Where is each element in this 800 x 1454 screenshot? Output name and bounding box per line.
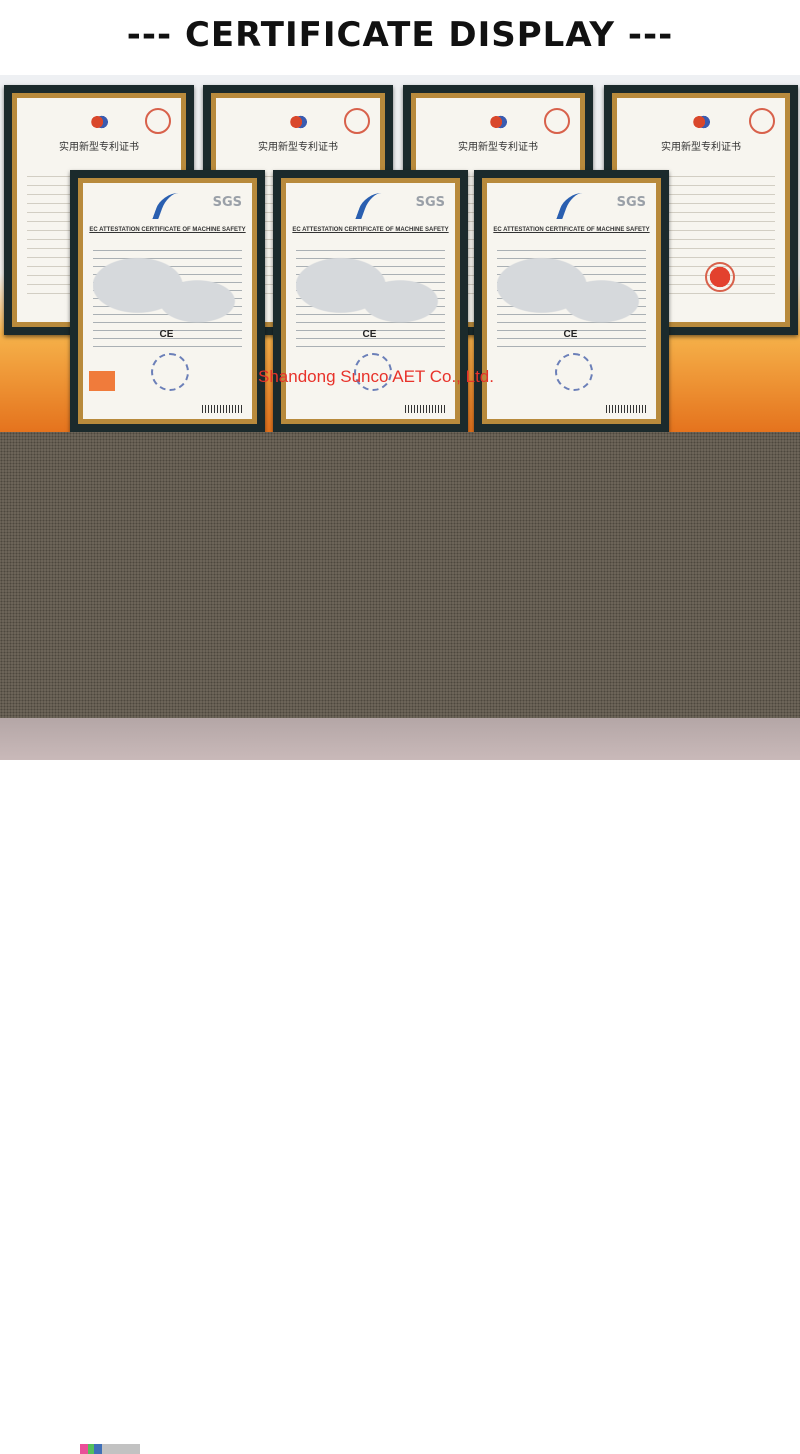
ce-mark: CE <box>362 329 377 341</box>
seal-icon <box>145 108 171 134</box>
seal-icon <box>344 108 370 134</box>
sgs-logo: SGS <box>212 195 242 210</box>
pixel-artifact <box>80 1444 140 1454</box>
barcode-icon <box>606 405 646 413</box>
stamp-icon <box>554 353 593 391</box>
sgs-certificate-frame: SGS EC ATTESTATION CERTIFICATE OF MACHIN… <box>474 170 669 432</box>
company-watermark: Shandong Sunco AET Co., Ltd. <box>258 367 494 386</box>
patent-logo-icon <box>90 112 108 132</box>
patent-logo-icon <box>489 112 507 132</box>
page-heading: --- CERTIFICATE DISPLAY --- <box>126 15 674 55</box>
red-seal-icon <box>705 262 735 292</box>
sgs-bird-icon <box>151 193 190 219</box>
sgs-title: EC ATTESTATION CERTIFICATE OF MACHINE SA… <box>89 227 246 233</box>
sgs-bird-icon <box>555 193 594 219</box>
sgs-title: EC ATTESTATION CERTIFICATE OF MACHINE SA… <box>493 227 650 233</box>
stamp-icon <box>150 353 189 391</box>
ce-mark: CE <box>563 329 578 341</box>
sgs-certificate-frame: SGS EC ATTESTATION CERTIFICATE OF MACHIN… <box>70 170 265 432</box>
patent-logo-icon <box>692 112 710 132</box>
patent-logo-icon <box>289 112 307 132</box>
patent-title: 实用新型专利证书 <box>661 142 741 153</box>
dotted-placeholder-area <box>0 432 800 718</box>
seal-icon <box>749 108 775 134</box>
patent-title: 实用新型专利证书 <box>458 142 538 153</box>
patent-title: 实用新型专利证书 <box>59 142 139 153</box>
patent-title: 实用新型专利证书 <box>258 142 338 153</box>
barcode-icon <box>202 405 242 413</box>
sgs-logo: SGS <box>415 195 445 210</box>
sgs-bird-icon <box>354 193 393 219</box>
sgs-logo: SGS <box>616 195 646 210</box>
sgs-certificate-frame: SGS EC ATTESTATION CERTIFICATE OF MACHIN… <box>273 170 468 432</box>
orange-label <box>89 371 115 391</box>
footer-strip <box>0 718 800 1454</box>
seal-icon <box>544 108 570 134</box>
ce-mark: CE <box>159 329 174 341</box>
sgs-title: EC ATTESTATION CERTIFICATE OF MACHINE SA… <box>292 227 449 233</box>
barcode-icon <box>405 405 445 413</box>
